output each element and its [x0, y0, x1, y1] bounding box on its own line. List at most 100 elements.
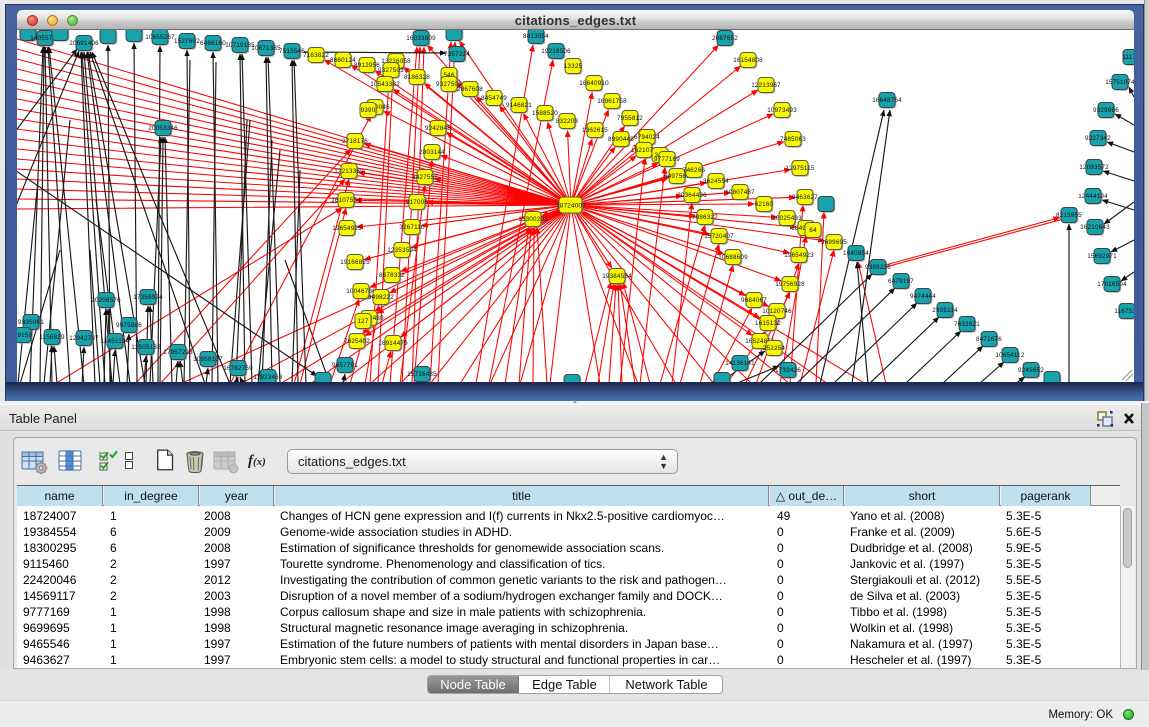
svg-text:12444194: 12444194 — [1078, 193, 1108, 200]
svg-text:2867608: 2867608 — [457, 86, 483, 93]
svg-text:8678332: 8678332 — [379, 272, 405, 279]
svg-text:16210643: 16210643 — [1080, 224, 1110, 231]
svg-text:7986322: 7986322 — [692, 214, 718, 221]
svg-text:12213967: 12213967 — [751, 82, 781, 89]
svg-text:9390: 9390 — [361, 107, 376, 114]
svg-text:2718176: 2718176 — [342, 138, 368, 145]
svg-text:9327503: 9327503 — [378, 67, 404, 74]
svg-text:7625402: 7625402 — [344, 338, 370, 345]
svg-text:13325: 13325 — [564, 63, 583, 70]
svg-text:8454749: 8454749 — [481, 95, 507, 102]
svg-text:18724007: 18724007 — [556, 202, 586, 209]
svg-text:19218506: 19218506 — [541, 48, 571, 55]
svg-text:9335061: 9335061 — [18, 319, 44, 326]
svg-text:7632621: 7632621 — [954, 321, 980, 328]
svg-text:10958107: 10958107 — [193, 356, 223, 363]
svg-text:7357224: 7357224 — [444, 51, 470, 58]
svg-text:1640954: 1640954 — [843, 250, 869, 257]
svg-text:12093572: 12093572 — [1079, 164, 1109, 171]
svg-text:9242848: 9242848 — [425, 125, 451, 132]
svg-text:12942737: 12942737 — [69, 335, 99, 342]
svg-text:9146821: 9146821 — [506, 102, 532, 109]
svg-text:1167533: 1167533 — [1114, 308, 1134, 315]
svg-text:832203: 832203 — [556, 118, 579, 125]
svg-text:7515546: 7515546 — [279, 48, 305, 55]
svg-text:10654112: 10654112 — [995, 352, 1024, 359]
svg-text:11923468: 11923468 — [253, 374, 282, 381]
svg-text:10543382: 10543382 — [370, 81, 400, 88]
svg-text:20206576: 20206576 — [91, 297, 121, 304]
svg-text:20364436: 20364436 — [677, 192, 707, 199]
svg-text:19654923: 19654923 — [784, 252, 814, 259]
svg-text:14136141: 14136141 — [725, 360, 755, 367]
svg-text:11174: 11174 — [1122, 54, 1134, 61]
svg-text:8186328: 8186328 — [404, 74, 430, 81]
svg-text:9227342: 9227342 — [1085, 135, 1111, 142]
svg-text:15716485: 15716485 — [407, 371, 437, 378]
svg-text:8660124: 8660124 — [330, 57, 356, 64]
svg-text:2935114: 2935114 — [932, 307, 958, 314]
svg-text:9699695: 9699695 — [821, 239, 847, 246]
svg-text:16914479: 16914479 — [378, 340, 408, 347]
svg-text:10973493: 10973493 — [767, 107, 797, 114]
svg-text:3267110: 3267110 — [399, 224, 425, 231]
svg-text:17016504: 17016504 — [1097, 281, 1127, 288]
svg-text:9329966: 9329966 — [1093, 107, 1119, 114]
svg-text:8813054: 8813054 — [523, 33, 549, 40]
svg-text:9975886: 9975886 — [116, 322, 142, 329]
svg-text:15300203: 15300203 — [518, 216, 548, 223]
svg-text:9245652: 9245652 — [1018, 367, 1044, 374]
svg-text:16782759: 16782759 — [223, 365, 253, 372]
svg-text:16154808: 16154808 — [733, 57, 763, 64]
svg-text:7163822: 7163822 — [303, 52, 329, 59]
svg-text:1527602: 1527602 — [174, 38, 200, 45]
svg-text:8471676: 8471676 — [976, 336, 1002, 343]
svg-text:8912956: 8912956 — [354, 62, 380, 69]
svg-text:15692971: 15692971 — [1087, 253, 1117, 260]
svg-text:12975115: 12975115 — [785, 165, 814, 172]
svg-text:12505135: 12505135 — [131, 344, 161, 351]
svg-text:1615132: 1615132 — [755, 320, 781, 327]
svg-text:20053346: 20053346 — [148, 125, 178, 132]
svg-text:19756928: 19756928 — [775, 281, 805, 288]
svg-text:7485063: 7485063 — [780, 136, 806, 143]
svg-text:10671385: 10671385 — [251, 45, 281, 52]
svg-text:64: 64 — [809, 227, 817, 234]
svg-text:3624554: 3624554 — [703, 178, 729, 185]
svg-text:6794024: 6794024 — [634, 134, 660, 141]
svg-text:10807487: 10807487 — [725, 189, 755, 196]
svg-text:2803144: 2803144 — [419, 149, 445, 156]
svg-text:17957223: 17957223 — [163, 349, 193, 356]
svg-text:1362615: 1362615 — [582, 127, 608, 134]
svg-text:3498222: 3498222 — [368, 294, 394, 301]
svg-text:9474444: 9474444 — [910, 293, 936, 300]
svg-text:9463627: 9463627 — [792, 194, 818, 201]
svg-text:8215955: 8215955 — [1056, 212, 1082, 219]
svg-text:1588520: 1588520 — [532, 110, 558, 117]
svg-text:6466160: 6466160 — [200, 40, 226, 47]
svg-text:9389236: 9389236 — [865, 264, 891, 271]
svg-text:2087652: 2087652 — [712, 35, 738, 42]
svg-text:16961758: 16961758 — [597, 98, 627, 105]
svg-text:15720407: 15720407 — [704, 233, 734, 240]
svg-text:8427552: 8427552 — [412, 174, 438, 181]
svg-text:19384554: 19384554 — [602, 273, 632, 280]
svg-text:1156829: 1156829 — [39, 334, 65, 341]
svg-text:16640910: 16640910 — [579, 80, 609, 87]
svg-text:16648764: 16648764 — [872, 97, 902, 104]
svg-text:746266: 746266 — [683, 167, 706, 174]
svg-text:20691406: 20691406 — [69, 40, 99, 47]
svg-text:917006: 917006 — [406, 199, 429, 206]
svg-text:7955812: 7955812 — [617, 115, 643, 122]
svg-text:19166825: 19166825 — [340, 259, 370, 266]
svg-text:252254: 252254 — [763, 345, 786, 352]
svg-text:16033809: 16033809 — [406, 35, 436, 42]
svg-text:10688609: 10688609 — [718, 254, 748, 261]
svg-text:127: 127 — [357, 318, 368, 325]
svg-text:17359924: 17359924 — [133, 294, 163, 301]
svg-text:10025433: 10025433 — [772, 215, 802, 222]
svg-text:10655267: 10655267 — [145, 34, 175, 41]
svg-text:9857791: 9857791 — [332, 362, 358, 369]
svg-text:11451194: 11451194 — [101, 338, 130, 345]
svg-text:1733426: 1733426 — [775, 367, 801, 374]
